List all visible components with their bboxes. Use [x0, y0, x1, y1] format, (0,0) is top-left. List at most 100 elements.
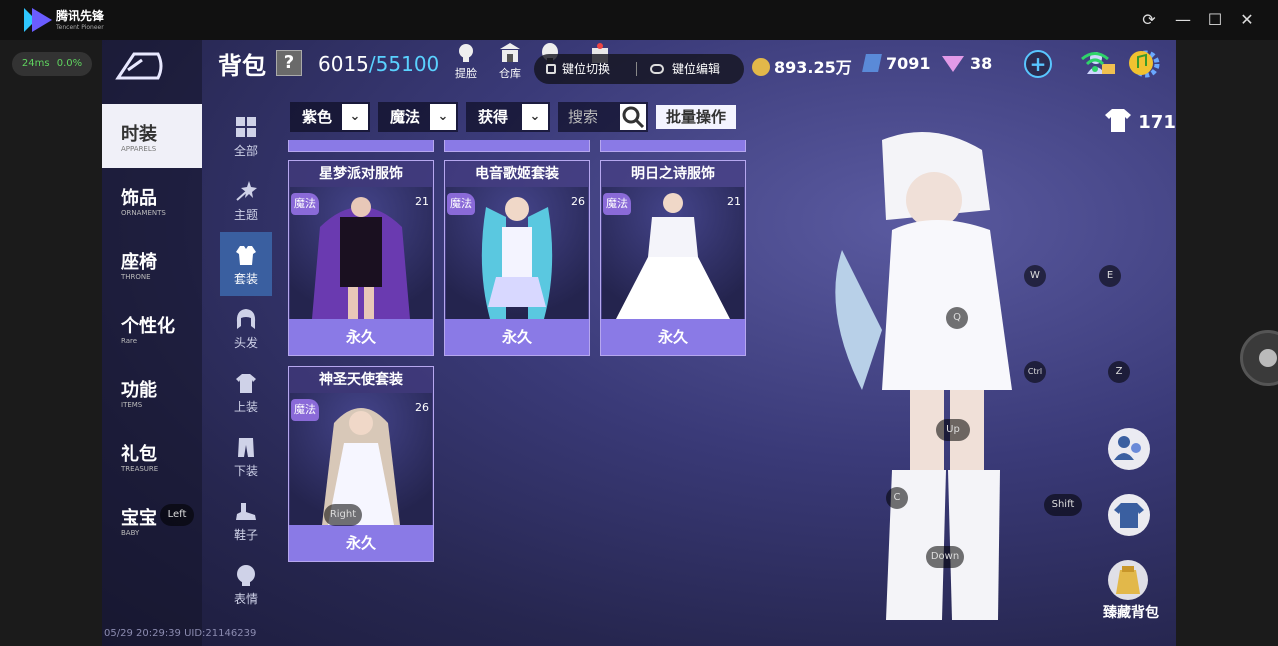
magic-tag: 魔法: [291, 399, 319, 421]
category-rare[interactable]: 个性化 Rare: [102, 296, 202, 360]
subcategory-suit[interactable]: 套装: [220, 232, 272, 296]
capacity-max: /55100: [368, 52, 440, 76]
top-hud: 背包 ? 6015/55100 提脸 仓库 键位切换 键位编辑 893.25万: [212, 40, 1176, 88]
item-name: 神圣天使套装: [319, 372, 403, 388]
item-level: 26: [571, 195, 585, 208]
subcategory-face[interactable]: 表情: [220, 552, 272, 616]
key-hint-ctrl: Ctrl: [1024, 361, 1046, 383]
subcategory-bottom[interactable]: 下装: [220, 424, 272, 488]
category-sublabel: BABY: [121, 529, 140, 537]
category-label: 时装: [121, 124, 157, 145]
key-edit-button[interactable]: 键位编辑: [672, 54, 720, 84]
swap-shirt-icon: [1114, 503, 1144, 528]
category-throne[interactable]: 座椅 THRONE: [102, 232, 202, 296]
category-sublabel: TREASURE: [121, 465, 159, 473]
keyboard-icon: [546, 64, 556, 74]
category-label: 宝宝: [121, 508, 157, 529]
item-name: 星梦派对服饰: [319, 166, 403, 182]
key-hint-e: E: [1099, 265, 1121, 287]
category-label: 功能: [121, 380, 157, 401]
wardrobe-count-value: 171: [1138, 112, 1176, 133]
minimize-icon[interactable]: —: [1173, 10, 1193, 30]
subcategory-label: 鞋子: [233, 528, 258, 542]
subcategory-label: 上装: [233, 400, 258, 414]
subcategory-theme[interactable]: 主题: [220, 168, 272, 232]
category-label: 礼包: [121, 444, 157, 465]
category-apparels[interactable]: 时装 APPARELS: [102, 104, 202, 168]
emulator-title-bar: 腾讯先锋 Tencent Pioneer ⟳ — ☐ ✕: [0, 0, 1278, 40]
collection-bag-label: 臻藏背包: [1103, 605, 1159, 621]
add-currency-button[interactable]: +: [1024, 50, 1052, 78]
subcategory-label: 全部: [233, 144, 258, 158]
key-hint-c: C: [886, 487, 908, 509]
subcategory-top[interactable]: 上装: [220, 360, 272, 424]
wardrobe-shirt-icon: [1105, 109, 1131, 132]
bag-capacity: 6015/55100: [318, 52, 439, 76]
search-icon: [622, 106, 645, 129]
item-card[interactable]: 明日之诗服饰 魔法 21 永久: [600, 160, 746, 356]
category-sidebar: 时装 APPARELS 饰品 ORNAMENTS 座椅 THRONE 个性化 R…: [102, 40, 202, 646]
chevron-down-icon: ⌄: [342, 104, 368, 130]
refresh-icon[interactable]: ⟳: [1139, 10, 1159, 30]
left-letterbox: [0, 40, 102, 646]
warehouse-button[interactable]: 仓库: [490, 42, 530, 81]
key-switch-button[interactable]: 键位切换: [562, 54, 610, 84]
grid-icon: [236, 117, 256, 137]
diamond-balance: 38: [942, 54, 992, 73]
batch-operation-button[interactable]: 批量操作: [656, 105, 736, 129]
filter-bar: 紫色 ⌄ 魔法 ⌄ 获得 ⌄ 搜索 批量操作: [290, 102, 740, 132]
key-hint-q: Q: [946, 307, 968, 329]
subcategory-all[interactable]: 全部: [220, 104, 272, 168]
magic-tag: 魔法: [447, 193, 475, 215]
emulator-subtitle: Tencent Pioneer: [56, 24, 104, 31]
music-icon[interactable]: [1128, 50, 1154, 76]
item-duration: 永久: [445, 319, 589, 355]
warehouse-icon: [500, 43, 520, 62]
subcategory-label: 表情: [233, 592, 258, 606]
chevron-down-icon: ⌄: [430, 104, 456, 130]
subcategory-shoes[interactable]: 鞋子: [220, 488, 272, 552]
search-button[interactable]: [620, 104, 646, 130]
ping-value: 24ms: [21, 58, 50, 69]
suit-icon: [236, 246, 256, 265]
source-dropdown[interactable]: 获得 ⌄: [466, 102, 550, 132]
wardrobe-count: 171: [1104, 106, 1176, 134]
help-button[interactable]: ?: [276, 50, 302, 76]
network-ping: 24ms 0.0%: [12, 52, 92, 76]
diamond-icon: [942, 56, 964, 72]
category-items[interactable]: 功能 ITEMS: [102, 360, 202, 424]
keymap-toolbar: 键位切换 键位编辑: [534, 54, 744, 84]
category-sublabel: ITEMS: [121, 401, 143, 409]
category-ornaments[interactable]: 饰品 ORNAMENTS: [102, 168, 202, 232]
key-hint-w: W: [1024, 265, 1046, 287]
timestamp-uid: 05/29 20:29:39 UID:21146239: [104, 628, 257, 639]
key-hint-left: Left: [160, 504, 194, 526]
key-hint-z: Z: [1108, 361, 1130, 383]
subcategory-label: 头发: [233, 336, 258, 350]
item-duration: 永久: [601, 319, 745, 355]
close-icon[interactable]: ✕: [1237, 10, 1257, 30]
game-viewport: 时装 APPARELS 饰品 ORNAMENTS 座椅 THRONE 个性化 R…: [102, 40, 1176, 646]
item-name: 明日之诗服饰: [631, 166, 715, 182]
maximize-icon[interactable]: ☐: [1205, 10, 1225, 30]
item-card[interactable]: 电音歌姬套装 魔法 26 永久: [444, 160, 590, 356]
type-value: 魔法: [390, 108, 421, 126]
item-card[interactable]: 神圣天使套装 魔法 26 永久: [288, 366, 434, 562]
type-dropdown[interactable]: 魔法 ⌄: [378, 102, 458, 132]
category-label: 饰品: [121, 188, 157, 209]
face-edit-button[interactable]: 提脸: [446, 42, 486, 81]
swap-outfit-button[interactable]: [1108, 494, 1150, 536]
collection-bag-button[interactable]: [1108, 560, 1148, 600]
category-treasure[interactable]: 礼包 TREASURE: [102, 424, 202, 488]
toolbar-divider: [636, 62, 637, 76]
swap-character-button[interactable]: [1108, 428, 1150, 470]
wifi-icon: [1081, 52, 1109, 72]
category-sublabel: THRONE: [121, 273, 151, 281]
item-name: 电音歌姬套装: [475, 166, 559, 182]
quality-dropdown[interactable]: 紫色 ⌄: [290, 102, 370, 132]
subcategory-hair[interactable]: 头发: [220, 296, 272, 360]
item-card[interactable]: 星梦派对服饰 魔法 21 永久: [288, 160, 434, 356]
right-action-buttons: 臻藏背包: [1102, 428, 1162, 628]
loss-value: 0.0%: [56, 58, 83, 69]
swap-people-icon: [1114, 436, 1141, 460]
